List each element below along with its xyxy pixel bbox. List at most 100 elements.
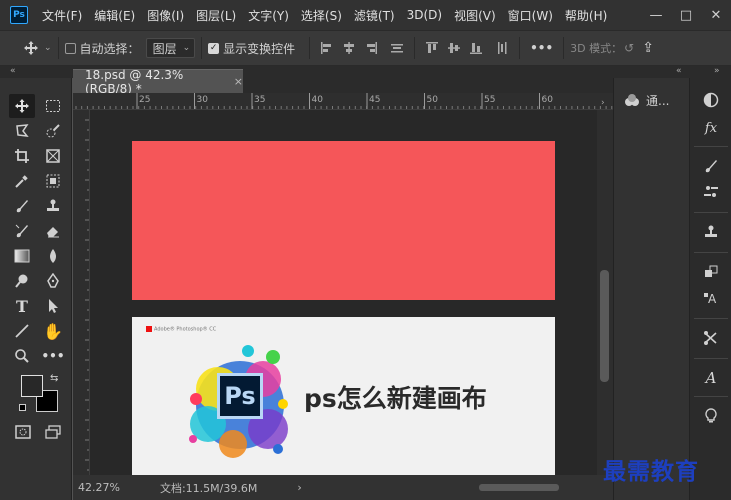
red-rectangle-layer[interactable]	[132, 141, 555, 300]
tool-presets-icon[interactable]	[698, 326, 724, 350]
3d-panel-icon[interactable]	[698, 260, 724, 284]
brush-settings-icon[interactable]	[698, 154, 724, 178]
eraser-tool-icon[interactable]	[40, 219, 66, 243]
menu-layer[interactable]: 图层(L)	[190, 7, 242, 24]
align-right-icon[interactable]	[360, 37, 382, 59]
frame-tool-icon[interactable]	[40, 144, 66, 168]
stamp-tool-icon[interactable]	[40, 194, 66, 218]
more-options-button[interactable]: •••	[530, 41, 553, 55]
menu-select[interactable]: 选择(S)	[295, 7, 348, 24]
ruler-label: 30	[196, 95, 208, 105]
object-select-tool-icon[interactable]	[40, 169, 66, 193]
zoom-level[interactable]: 42.27%	[78, 481, 120, 494]
collapse-right-icon[interactable]: »	[714, 66, 720, 76]
menu-filter[interactable]: 滤镜(T)	[348, 7, 401, 24]
character-styles-icon[interactable]: A	[698, 286, 724, 310]
move-tool-icon[interactable]	[9, 94, 35, 118]
tool-preset-arrow-icon[interactable]: ⌄	[44, 43, 52, 53]
document-tab[interactable]: 18.psd @ 42.3%(RGB/8) * ×	[73, 68, 243, 96]
channels-label: 通...	[646, 94, 670, 108]
cover-image-layer[interactable]: Adobe® Photoshop® CC Ps ps怎么新建画布	[132, 317, 555, 475]
channels-panel-tab[interactable]: 通...	[624, 92, 669, 109]
clone-source-icon[interactable]	[698, 220, 724, 244]
menu-help[interactable]: 帮助(H)	[559, 7, 613, 24]
zoom-tool-icon[interactable]	[9, 344, 35, 368]
align-middle-v-icon[interactable]	[443, 37, 465, 59]
separator	[201, 37, 203, 59]
align-bottom-icon[interactable]	[465, 37, 487, 59]
vertical-ruler	[73, 110, 90, 475]
collapse-left-icon[interactable]: «	[10, 66, 16, 76]
maximize-button[interactable]: □	[671, 0, 701, 30]
menu-image[interactable]: 图像(I)	[141, 7, 190, 24]
move-tool-icon[interactable]	[20, 37, 42, 59]
history-brush-tool-icon[interactable]	[9, 219, 35, 243]
foreground-color-swatch[interactable]	[21, 375, 43, 397]
show-transform-checkbox[interactable]: ✓	[208, 42, 220, 54]
horizontal-ruler: 25 30 35 40 45 50 55 60	[73, 93, 613, 110]
align-left-icon[interactable]	[316, 37, 338, 59]
status-menu-arrow-icon[interactable]: ›	[297, 481, 301, 494]
marquee-tool-icon[interactable]	[40, 94, 66, 118]
layer-dropdown[interactable]: 图层 ⌄	[145, 38, 196, 58]
minimize-button[interactable]: —	[641, 0, 671, 30]
lasso-tool-icon[interactable]	[9, 119, 35, 143]
quick-mask-icon[interactable]	[10, 420, 36, 444]
photoshop-app-icon: Ps	[217, 373, 263, 419]
crop-tool-icon[interactable]	[9, 144, 35, 168]
tools-panel: T ✋ ••• ⇆	[0, 78, 72, 500]
align-top-icon[interactable]	[421, 37, 443, 59]
ruler-label: 35	[254, 95, 266, 105]
dodge-tool-icon[interactable]	[9, 269, 35, 293]
quick-select-tool-icon[interactable]	[40, 119, 66, 143]
collapse-mid-icon[interactable]: «	[676, 66, 682, 76]
share-icon[interactable]: ⇪	[642, 40, 654, 56]
menu-type[interactable]: 文字(Y)	[242, 7, 295, 24]
3d-orbit-icon[interactable]: ↺	[624, 41, 634, 55]
menu-bar: Ps 文件(F) 编辑(E) 图像(I) 图层(L) 文字(Y) 选择(S) 滤…	[0, 0, 731, 30]
distribute-v-icon[interactable]	[491, 37, 513, 59]
auto-select-checkbox[interactable]	[64, 42, 76, 54]
panel-icons-strip: fx A A	[689, 78, 731, 500]
ruler-label: 40	[311, 95, 323, 105]
more-tools-icon[interactable]: •••	[40, 344, 66, 368]
blur-tool-icon[interactable]	[40, 244, 66, 268]
menu-edit[interactable]: 编辑(E)	[88, 7, 141, 24]
vertical-scrollbar[interactable]: ›	[597, 98, 613, 475]
channels-icon	[625, 93, 639, 106]
menu-window[interactable]: 窗口(W)	[502, 7, 559, 24]
close-window-button[interactable]: ✕	[701, 0, 731, 30]
brush-presets-icon[interactable]	[698, 180, 724, 204]
adjustments-icon[interactable]	[698, 88, 724, 112]
align-center-h-icon[interactable]	[338, 37, 360, 59]
glyphs-icon[interactable]: A	[698, 366, 724, 390]
horizontal-scroll-thumb[interactable]	[479, 484, 559, 491]
menu-file[interactable]: 文件(F)	[36, 7, 88, 24]
close-document-icon[interactable]: ×	[234, 75, 243, 88]
scroll-up-icon[interactable]: ›	[601, 98, 605, 108]
ruler-label: 25	[139, 95, 151, 105]
path-select-tool-icon[interactable]	[40, 294, 66, 318]
vertical-scroll-thumb[interactable]	[600, 270, 609, 382]
gradient-tool-icon[interactable]	[9, 244, 35, 268]
distribute-icon[interactable]	[386, 37, 408, 59]
styles-fx-icon[interactable]: fx	[698, 116, 724, 140]
menu-3d[interactable]: 3D(D)	[401, 8, 448, 22]
screen-mode-icon[interactable]	[40, 420, 66, 444]
separator	[309, 37, 311, 59]
line-tool-icon[interactable]	[9, 319, 35, 343]
hand-tool-icon[interactable]: ✋	[40, 319, 66, 343]
swap-colors-icon[interactable]: ⇆	[50, 373, 58, 384]
separator	[694, 318, 728, 319]
default-colors-icon[interactable]	[19, 404, 26, 411]
horizontal-scrollbar[interactable]	[381, 482, 601, 492]
learn-tips-icon[interactable]	[698, 404, 724, 428]
show-transform-label: 显示变换控件	[223, 41, 296, 56]
brush-tool-icon[interactable]	[9, 194, 35, 218]
eyedropper-tool-icon[interactable]	[9, 169, 35, 193]
pen-tool-icon[interactable]	[40, 269, 66, 293]
layer-dropdown-value: 图层	[152, 41, 177, 56]
type-tool-icon[interactable]: T	[9, 294, 35, 318]
separator	[519, 37, 521, 59]
menu-view[interactable]: 视图(V)	[448, 7, 502, 24]
